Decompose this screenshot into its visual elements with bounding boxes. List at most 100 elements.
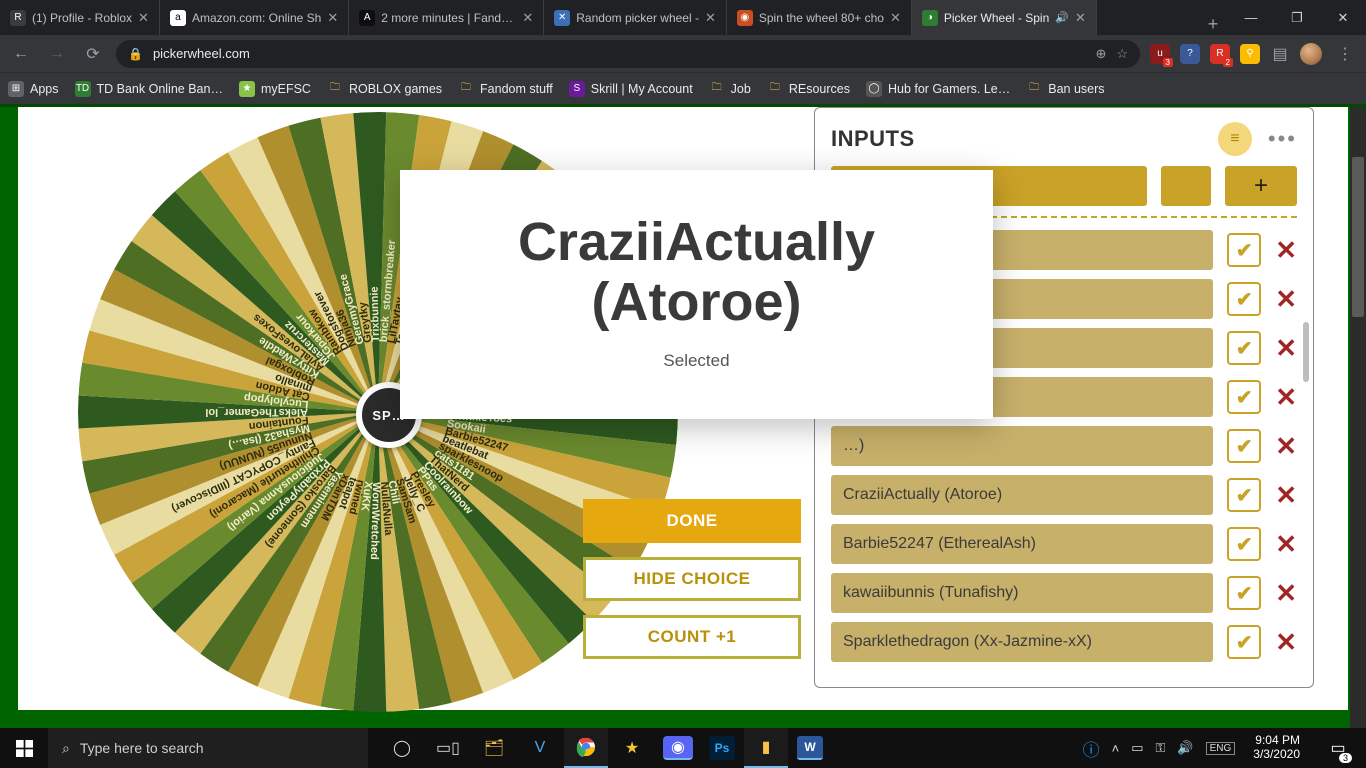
chrome-icon[interactable] bbox=[564, 728, 608, 768]
browser-tab[interactable]: A 2 more minutes | Fandom ✕ bbox=[349, 0, 544, 35]
bookmark-label: TD Bank Online Ban… bbox=[97, 82, 223, 96]
bookmark-item[interactable]: SSkrill | My Account bbox=[569, 81, 693, 97]
forward-button[interactable]: → bbox=[44, 41, 70, 67]
window-controls: ― ❐ ✕ bbox=[1228, 0, 1366, 35]
word-icon[interactable]: W bbox=[797, 736, 823, 760]
bookmark-item[interactable]: 🗀Fandom stuff bbox=[458, 81, 553, 97]
task-view-icon[interactable]: ▭▯ bbox=[426, 728, 470, 768]
honey-icon[interactable]: ? bbox=[1180, 44, 1200, 64]
search-icon: ⌕ bbox=[62, 740, 70, 757]
bookmark-item[interactable]: ◯Hub for Gamers. Le… bbox=[866, 81, 1010, 97]
taskbar-apps: ◯ ▭▯ 🗂 V ★ ◉ Ps ▮ W bbox=[380, 728, 830, 768]
bookmark-label: Job bbox=[731, 82, 751, 96]
app-frame: TwinkleToesSookaiiBarbie52247beatlebatsp… bbox=[18, 107, 1348, 710]
close-tab-icon[interactable]: ✕ bbox=[522, 10, 533, 26]
browser-tab[interactable]: ◑ Picker Wheel - Spin 🔊 ✕ bbox=[912, 0, 1097, 35]
start-button[interactable] bbox=[0, 728, 48, 768]
profile-avatar[interactable] bbox=[1300, 43, 1322, 65]
bookmark-item[interactable]: 🗀Ban users bbox=[1026, 81, 1104, 97]
tab-favicon: ◉ bbox=[737, 10, 753, 26]
extensions: u3 ? R2 ⚲ ▤ ⋮ bbox=[1150, 41, 1358, 67]
ext-icon-4[interactable]: ⚲ bbox=[1240, 44, 1260, 64]
close-window-button[interactable]: ✕ bbox=[1320, 0, 1366, 35]
close-tab-icon[interactable]: ✕ bbox=[1075, 10, 1086, 26]
close-tab-icon[interactable]: ✕ bbox=[890, 10, 901, 26]
back-button[interactable]: ← bbox=[8, 41, 34, 67]
page-content: TwinkleToesSookaiiBarbie52247beatlebatsp… bbox=[0, 104, 1366, 728]
modal-overlay: CraziiActually (Atoroe) Selected DONE HI… bbox=[18, 107, 1348, 710]
bookmark-label: ROBLOX games bbox=[349, 82, 442, 96]
modal-actions: DONE HIDE CHOICE COUNT +1 bbox=[583, 499, 801, 659]
page-scrollbar[interactable] bbox=[1350, 107, 1366, 728]
battery-icon[interactable]: ▭ bbox=[1131, 740, 1143, 756]
bookmarks-bar: ⊞Apps TDTD Bank Online Ban… ★myEFSC 🗀ROBLOX… bbox=[0, 72, 1366, 104]
bookmark-label: Apps bbox=[30, 82, 59, 96]
bookmark-label: Fandom stuff bbox=[480, 82, 553, 96]
url-text: pickerwheel.com bbox=[153, 46, 250, 61]
visual-studio-icon[interactable]: V bbox=[518, 728, 562, 768]
bookmark-label: REsources bbox=[789, 82, 850, 96]
tab-favicon: ◑ bbox=[922, 10, 938, 26]
maximize-button[interactable]: ❐ bbox=[1274, 0, 1320, 35]
bookmark-item[interactable]: ⊞Apps bbox=[8, 81, 59, 97]
tab-favicon: ✕ bbox=[554, 10, 570, 26]
tab-label: (1) Profile - Roblox bbox=[32, 11, 132, 25]
close-tab-icon[interactable]: ✕ bbox=[138, 10, 149, 26]
bookmark-item[interactable]: ★myEFSC bbox=[239, 81, 311, 97]
tray-chevron[interactable]: ˄ bbox=[1112, 741, 1120, 756]
clock[interactable]: 9:04 PM 3/3/2020 bbox=[1247, 734, 1306, 762]
star-app-icon[interactable]: ★ bbox=[610, 728, 654, 768]
browser-menu[interactable]: ⋮ bbox=[1332, 41, 1358, 67]
count-plus-button[interactable]: COUNT +1 bbox=[583, 615, 801, 659]
tab-label: Amazon.com: Online Sh bbox=[192, 11, 321, 25]
result-name: CraziiActually (Atoroe) bbox=[430, 212, 963, 333]
result-modal: CraziiActually (Atoroe) Selected bbox=[400, 170, 993, 419]
language-icon[interactable]: ENG bbox=[1206, 742, 1236, 755]
bookmark-label: Skrill | My Account bbox=[591, 82, 693, 96]
notifications-icon[interactable]: ▭3 bbox=[1318, 728, 1358, 768]
browser-tab[interactable]: ◉ Spin the wheel 80+ cho ✕ bbox=[727, 0, 912, 35]
bookmark-item[interactable]: 🗀Job bbox=[709, 81, 751, 97]
volume-icon[interactable]: 🔊 bbox=[1177, 740, 1193, 756]
selected-label: Selected bbox=[430, 351, 963, 371]
file-explorer-icon[interactable]: 🗂 bbox=[472, 728, 516, 768]
taskbar-search[interactable]: ⌕ Type here to search bbox=[48, 728, 368, 768]
browser-toolbar: ← → ⟳ 🔒 pickerwheel.com ⊕ ☆ u3 ? R2 ⚲ ▤ … bbox=[0, 35, 1366, 72]
star-icon[interactable]: ☆ bbox=[1116, 46, 1128, 62]
minimize-button[interactable]: ― bbox=[1228, 0, 1274, 35]
tab-label: 2 more minutes | Fandom bbox=[381, 11, 516, 25]
browser-tab[interactable]: R (1) Profile - Roblox ✕ bbox=[0, 0, 160, 35]
browser-tab[interactable]: a Amazon.com: Online Sh ✕ bbox=[160, 0, 349, 35]
close-tab-icon[interactable]: ✕ bbox=[327, 10, 338, 26]
tab-favicon: R bbox=[10, 10, 26, 26]
bookmark-label: Ban users bbox=[1048, 82, 1104, 96]
cortana-icon[interactable]: ◯ bbox=[380, 728, 424, 768]
bookmark-item[interactable]: TDTD Bank Online Ban… bbox=[75, 81, 223, 97]
address-bar[interactable]: 🔒 pickerwheel.com ⊕ ☆ bbox=[116, 40, 1140, 68]
new-tab-button[interactable]: + bbox=[1198, 14, 1228, 35]
photoshop-icon[interactable]: Ps bbox=[709, 736, 735, 760]
install-icon[interactable]: ⊕ bbox=[1095, 46, 1106, 62]
search-placeholder: Type here to search bbox=[80, 740, 204, 756]
reload-button[interactable]: ⟳ bbox=[80, 41, 106, 67]
bookmark-item[interactable]: 🗀ROBLOX games bbox=[327, 81, 442, 97]
ublock-icon[interactable]: u3 bbox=[1150, 44, 1170, 64]
hide-choice-button[interactable]: HIDE CHOICE bbox=[583, 557, 801, 601]
tab-label: Random picker wheel - bbox=[576, 11, 699, 25]
bookmark-item[interactable]: 🗀REsources bbox=[767, 81, 850, 97]
windows-taskbar: ⌕ Type here to search ◯ ▭▯ 🗂 V ★ ◉ Ps ▮ … bbox=[0, 728, 1366, 768]
roblox-plus-icon[interactable]: R2 bbox=[1210, 44, 1230, 64]
browser-tab[interactable]: ✕ Random picker wheel - ✕ bbox=[544, 0, 727, 35]
reading-list-icon[interactable]: ▤ bbox=[1270, 44, 1290, 64]
wifi-icon[interactable]: ⚿ bbox=[1156, 740, 1166, 756]
bookmark-label: Hub for Gamers. Le… bbox=[888, 82, 1010, 96]
window-titlebar: R (1) Profile - Roblox ✕a Amazon.com: On… bbox=[0, 0, 1366, 35]
tab-favicon: A bbox=[359, 10, 375, 26]
close-tab-icon[interactable]: ✕ bbox=[705, 10, 716, 26]
get-help-icon[interactable]: ⓘ bbox=[1083, 736, 1100, 761]
done-button[interactable]: DONE bbox=[583, 499, 801, 543]
discord-icon[interactable]: ◉ bbox=[663, 736, 693, 760]
tab-favicon: a bbox=[170, 10, 186, 26]
tab-label: Picker Wheel - Spin bbox=[944, 11, 1049, 25]
sticky-notes-icon[interactable]: ▮ bbox=[744, 728, 788, 768]
